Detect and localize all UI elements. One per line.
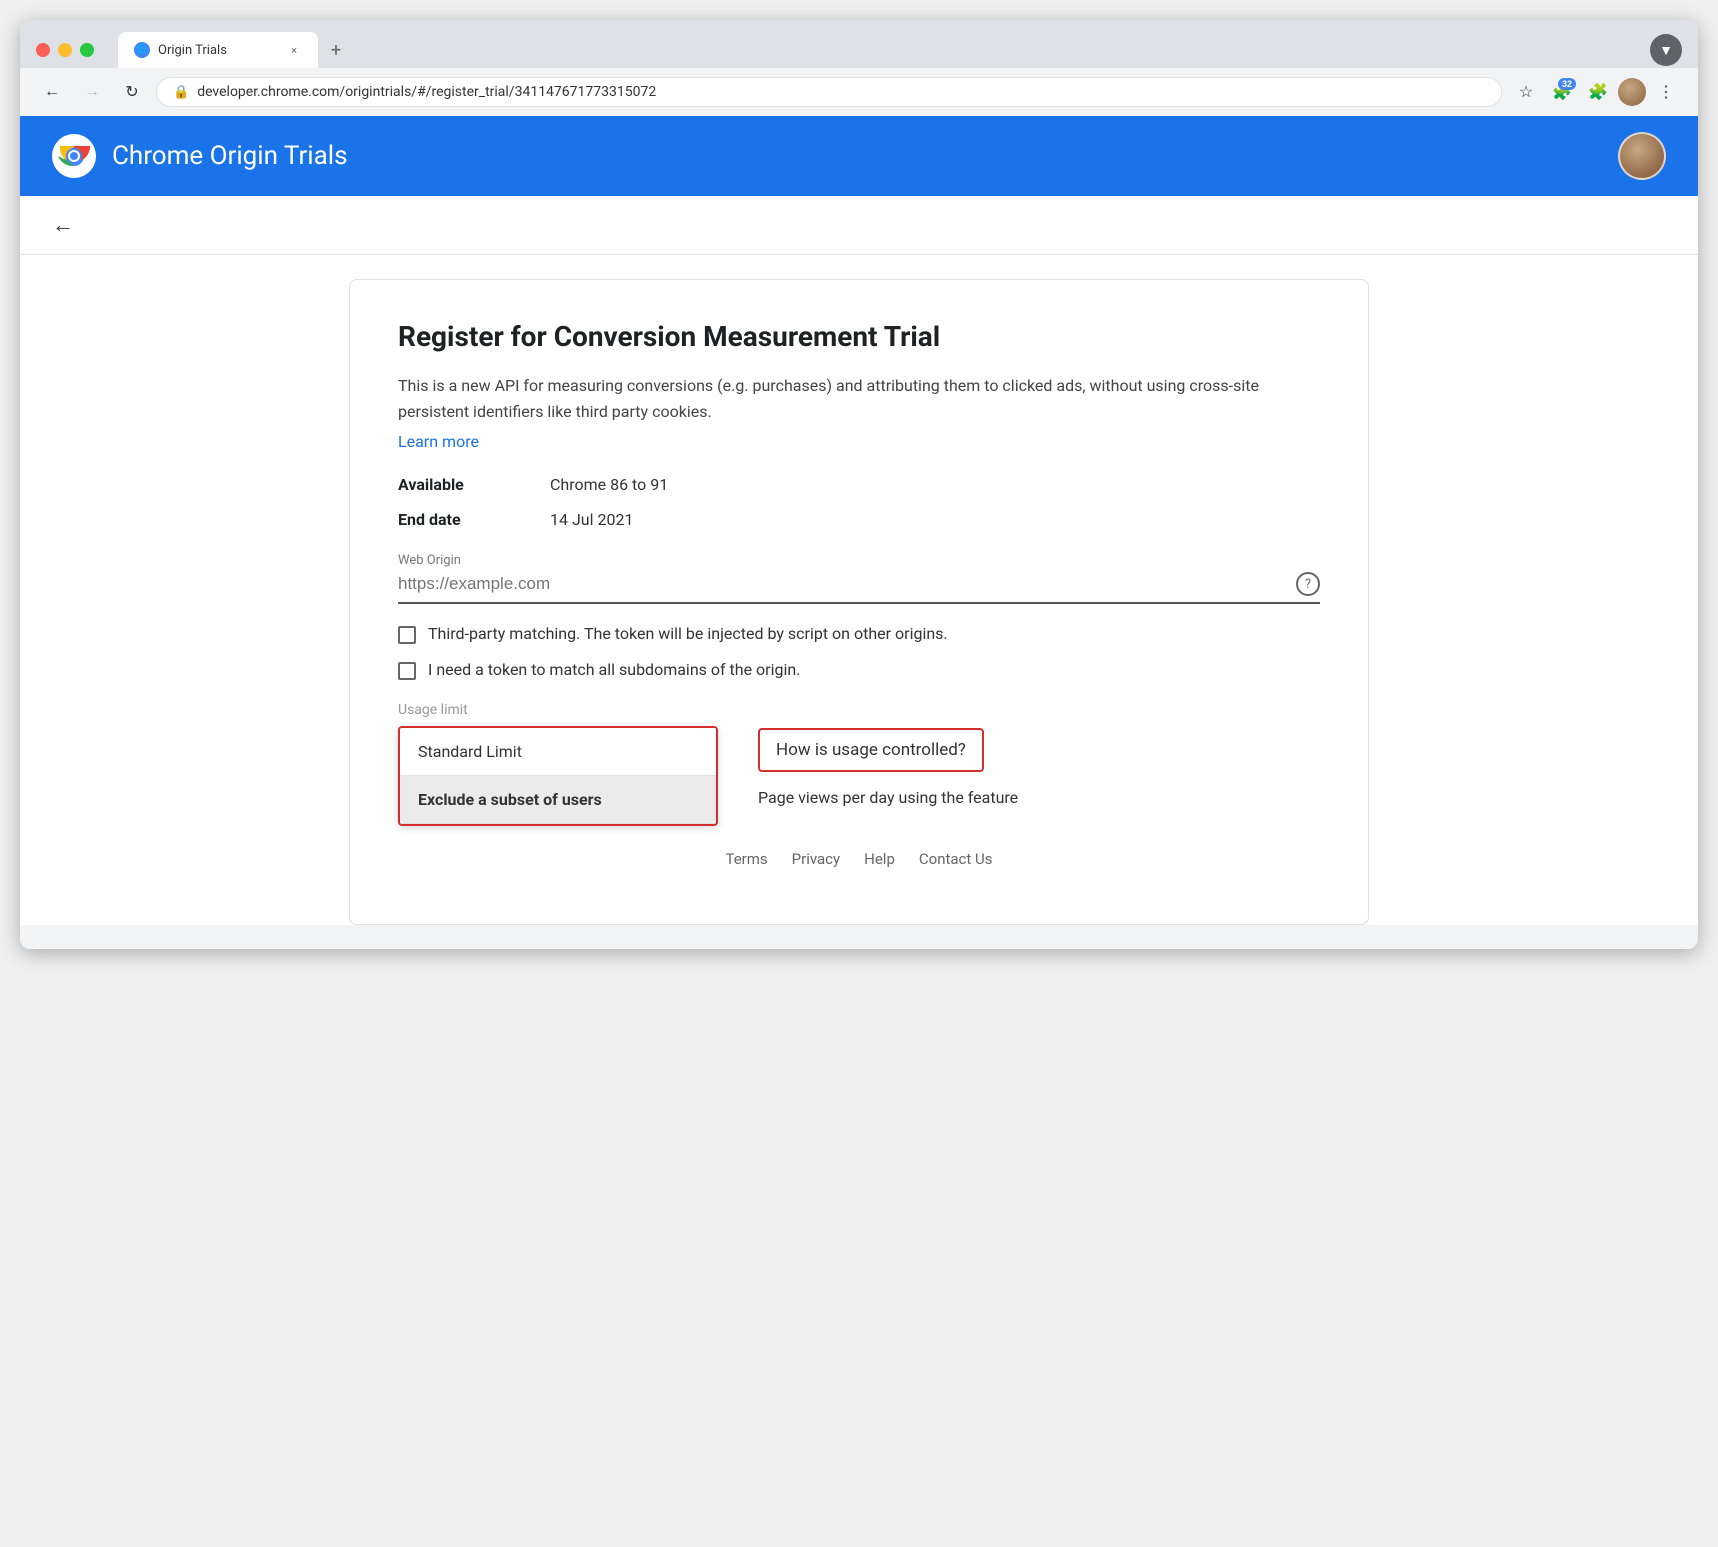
browser-menu-button[interactable]: ▼: [1650, 34, 1682, 66]
main-card: Register for Conversion Measurement Tria…: [349, 279, 1369, 925]
tab-globe-icon: 🌐: [134, 42, 150, 58]
checkbox1-label: Third-party matching. The token will be …: [428, 624, 948, 643]
tab-title: Origin Trials: [158, 43, 227, 58]
puzzle-button[interactable]: 🧩: [1582, 76, 1614, 108]
usage-dropdown[interactable]: Standard Limit Exclude a subset of users: [398, 726, 718, 826]
usage-right: How is usage controlled? Page views per …: [758, 700, 1320, 807]
contact-link[interactable]: Contact Us: [919, 850, 993, 868]
checkbox-row-2: I need a token to match all subdomains o…: [398, 660, 1320, 680]
bookmark-button[interactable]: ☆: [1510, 76, 1542, 108]
site-header: Chrome Origin Trials: [20, 116, 1698, 196]
back-row: ←: [20, 196, 1698, 255]
end-date-row: End date 14 Jul 2021: [398, 510, 1320, 529]
chrome-logo-icon: [52, 134, 96, 178]
web-origin-field: Web Origin ?: [398, 553, 1320, 604]
terms-link[interactable]: Terms: [726, 850, 768, 868]
learn-more-link[interactable]: Learn more: [398, 432, 479, 451]
page-footer: Terms Privacy Help Contact Us: [398, 826, 1320, 892]
site-title: Chrome Origin Trials: [112, 141, 348, 171]
forward-button[interactable]: →: [76, 76, 108, 108]
extension-button[interactable]: 🧩 32: [1546, 76, 1578, 108]
nav-right: ☆ 🧩 32 🧩 ⋮: [1510, 76, 1682, 108]
usage-row: Usage limit Standard Limit Exclude a sub…: [398, 700, 1320, 826]
dropdown-option-exclude[interactable]: Exclude a subset of users: [400, 776, 716, 823]
third-party-checkbox[interactable]: [398, 626, 416, 644]
usage-dropdown-container: Usage limit Standard Limit Exclude a sub…: [398, 700, 718, 826]
badge-count: 32: [1558, 78, 1576, 90]
privacy-link[interactable]: Privacy: [792, 850, 840, 868]
dropdown-divider-2: [400, 823, 716, 824]
footer-links: Terms Privacy Help Contact Us: [422, 850, 1296, 868]
back-button[interactable]: ←: [36, 76, 68, 108]
page-content: Chrome Origin Trials ← Register for Conv…: [20, 116, 1698, 925]
usage-description: Page views per day using the feature: [758, 788, 1320, 807]
web-origin-label: Web Origin: [398, 553, 1320, 568]
maximize-window-button[interactable]: [80, 43, 94, 57]
tab-bar: 🌐 Origin Trials × +: [118, 32, 1638, 68]
dropdown-option-standard[interactable]: Standard Limit: [400, 728, 716, 775]
card-description: This is a new API for measuring conversi…: [398, 373, 1320, 424]
minimize-window-button[interactable]: [58, 43, 72, 57]
usage-question: How is usage controlled?: [758, 728, 984, 772]
close-window-button[interactable]: [36, 43, 50, 57]
browser-tab[interactable]: 🌐 Origin Trials ×: [118, 32, 318, 68]
info-table: Available Chrome 86 to 91 End date 14 Ju…: [398, 475, 1320, 529]
web-origin-input-row: ?: [398, 572, 1320, 604]
checkboxes: Third-party matching. The token will be …: [398, 624, 1320, 680]
reload-button[interactable]: ↻: [116, 76, 148, 108]
title-bar: 🌐 Origin Trials × + ▼: [20, 20, 1698, 68]
nav-bar: ← → ↻ 🔒 developer.chrome.com/origintrial…: [20, 68, 1698, 116]
checkbox-row-1: Third-party matching. The token will be …: [398, 624, 1320, 644]
window-controls: [36, 43, 94, 57]
end-date-label: End date: [398, 510, 518, 529]
address-bar[interactable]: 🔒 developer.chrome.com/origintrials/#/re…: [156, 77, 1502, 107]
available-row: Available Chrome 86 to 91: [398, 475, 1320, 494]
web-origin-input[interactable]: [398, 574, 1296, 594]
usage-section: Usage limit Standard Limit Exclude a sub…: [398, 700, 1320, 826]
page-back-button[interactable]: ←: [44, 208, 82, 242]
help-link[interactable]: Help: [864, 850, 895, 868]
more-button[interactable]: ⋮: [1650, 76, 1682, 108]
user-avatar-header[interactable]: [1618, 132, 1666, 180]
available-label: Available: [398, 475, 518, 494]
avatar[interactable]: [1618, 78, 1646, 106]
subdomain-checkbox[interactable]: [398, 662, 416, 680]
end-date-value: 14 Jul 2021: [550, 510, 633, 529]
partially-hidden-text: Usage limit: [398, 700, 718, 720]
available-value: Chrome 86 to 91: [550, 475, 668, 494]
tab-close-button[interactable]: ×: [286, 42, 302, 58]
help-icon[interactable]: ?: [1296, 572, 1320, 596]
checkbox2-label: I need a token to match all subdomains o…: [428, 660, 800, 679]
usage-limit-partial-text: Usage limit: [398, 702, 468, 718]
lock-icon: 🔒: [173, 85, 189, 100]
site-header-left: Chrome Origin Trials: [52, 134, 348, 178]
page-title: Register for Conversion Measurement Tria…: [398, 320, 1320, 353]
url-text: developer.chrome.com/origintrials/#/regi…: [197, 84, 656, 100]
browser-window: 🌐 Origin Trials × + ▼ ← → ↻ 🔒 developer.…: [20, 20, 1698, 949]
new-tab-button[interactable]: +: [322, 36, 350, 64]
